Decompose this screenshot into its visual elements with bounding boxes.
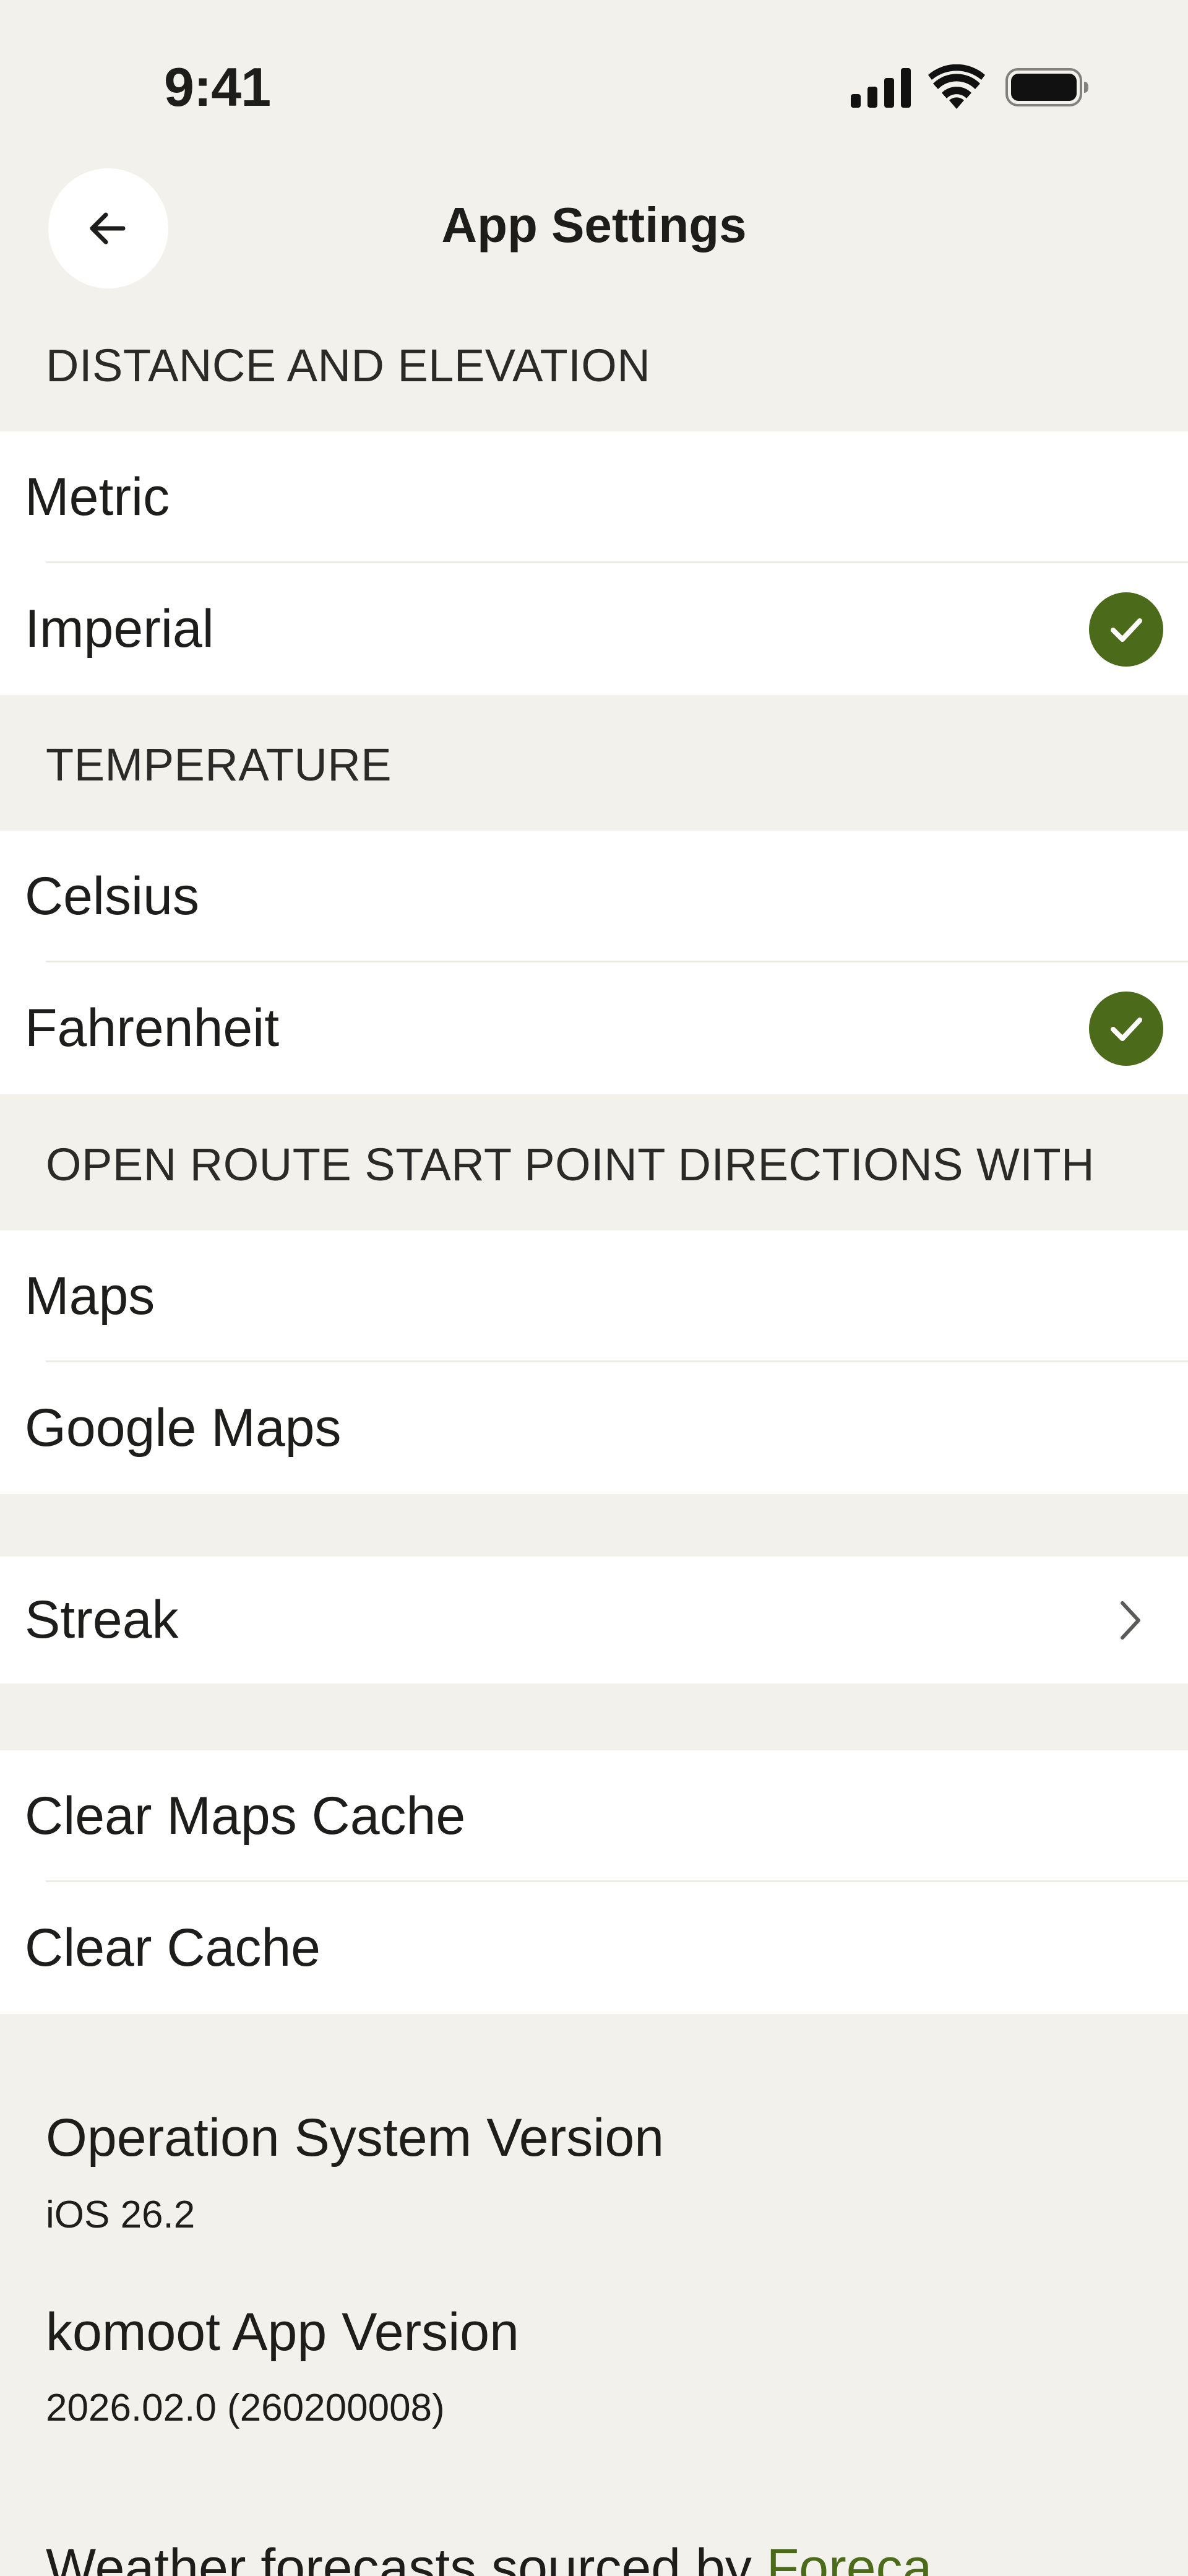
section-header-directions: OPEN ROUTE START POINT DIRECTIONS WITH xyxy=(46,1139,1095,1190)
option-label: Metric xyxy=(25,467,170,527)
status-bar: 9:41 xyxy=(0,0,1188,142)
option-label: Fahrenheit xyxy=(25,998,280,1058)
checkmark-icon xyxy=(1089,991,1163,1066)
weather-attribution-text: Weather forecasts sourced by xyxy=(46,2538,767,2576)
clear-cache-label: Clear Cache xyxy=(25,1918,321,1977)
option-fahrenheit[interactable]: Fahrenheit xyxy=(0,962,1188,1094)
status-time: 9:41 xyxy=(164,56,271,118)
app-version-value: 2026.02.0 (260200008) xyxy=(46,2387,445,2429)
distance-options: Metric Imperial xyxy=(0,431,1188,695)
option-maps[interactable]: Maps xyxy=(0,1230,1188,1362)
option-metric[interactable]: Metric xyxy=(0,431,1188,563)
battery-icon xyxy=(1005,68,1088,106)
os-version-title: Operation System Version xyxy=(46,2108,665,2168)
option-label: Celsius xyxy=(25,867,199,926)
app-settings-screen: 9:41 App Settings DISTANCE AND ELEVATION xyxy=(0,0,1188,2576)
directions-options: Maps Google Maps xyxy=(0,1230,1188,1494)
streak-row[interactable]: Streak xyxy=(0,1557,1188,1683)
option-imperial[interactable]: Imperial xyxy=(0,563,1188,695)
option-google-maps[interactable]: Google Maps xyxy=(0,1362,1188,1494)
weather-attribution: Weather forecasts sourced by Foreca xyxy=(46,2538,932,2576)
option-label: Google Maps xyxy=(25,1398,342,1458)
temperature-options: Celsius Fahrenheit xyxy=(0,831,1188,1094)
page-title: App Settings xyxy=(441,197,747,253)
clear-maps-cache-label: Clear Maps Cache xyxy=(25,1786,466,1846)
cache-group: Clear Maps Cache Clear Cache xyxy=(0,1750,1188,2014)
chevron-right-icon xyxy=(1121,1601,1140,1640)
clear-maps-cache-button[interactable]: Clear Maps Cache xyxy=(0,1750,1188,1882)
section-header-distance: DISTANCE AND ELEVATION xyxy=(46,340,651,391)
app-version-title: komoot App Version xyxy=(46,2302,519,2362)
option-label: Maps xyxy=(25,1266,155,1326)
wifi-icon xyxy=(928,64,985,109)
os-version-value: iOS 26.2 xyxy=(46,2193,196,2236)
foreca-link[interactable]: Foreca xyxy=(767,2538,932,2576)
streak-group: Streak xyxy=(0,1557,1188,1683)
clear-cache-button[interactable]: Clear Cache xyxy=(0,1882,1188,2014)
section-header-temperature: TEMPERATURE xyxy=(46,739,392,790)
option-label: Imperial xyxy=(25,599,214,659)
signal-icon xyxy=(851,68,911,108)
checkmark-icon xyxy=(1089,592,1163,667)
streak-label: Streak xyxy=(25,1590,179,1649)
option-celsius[interactable]: Celsius xyxy=(0,831,1188,962)
